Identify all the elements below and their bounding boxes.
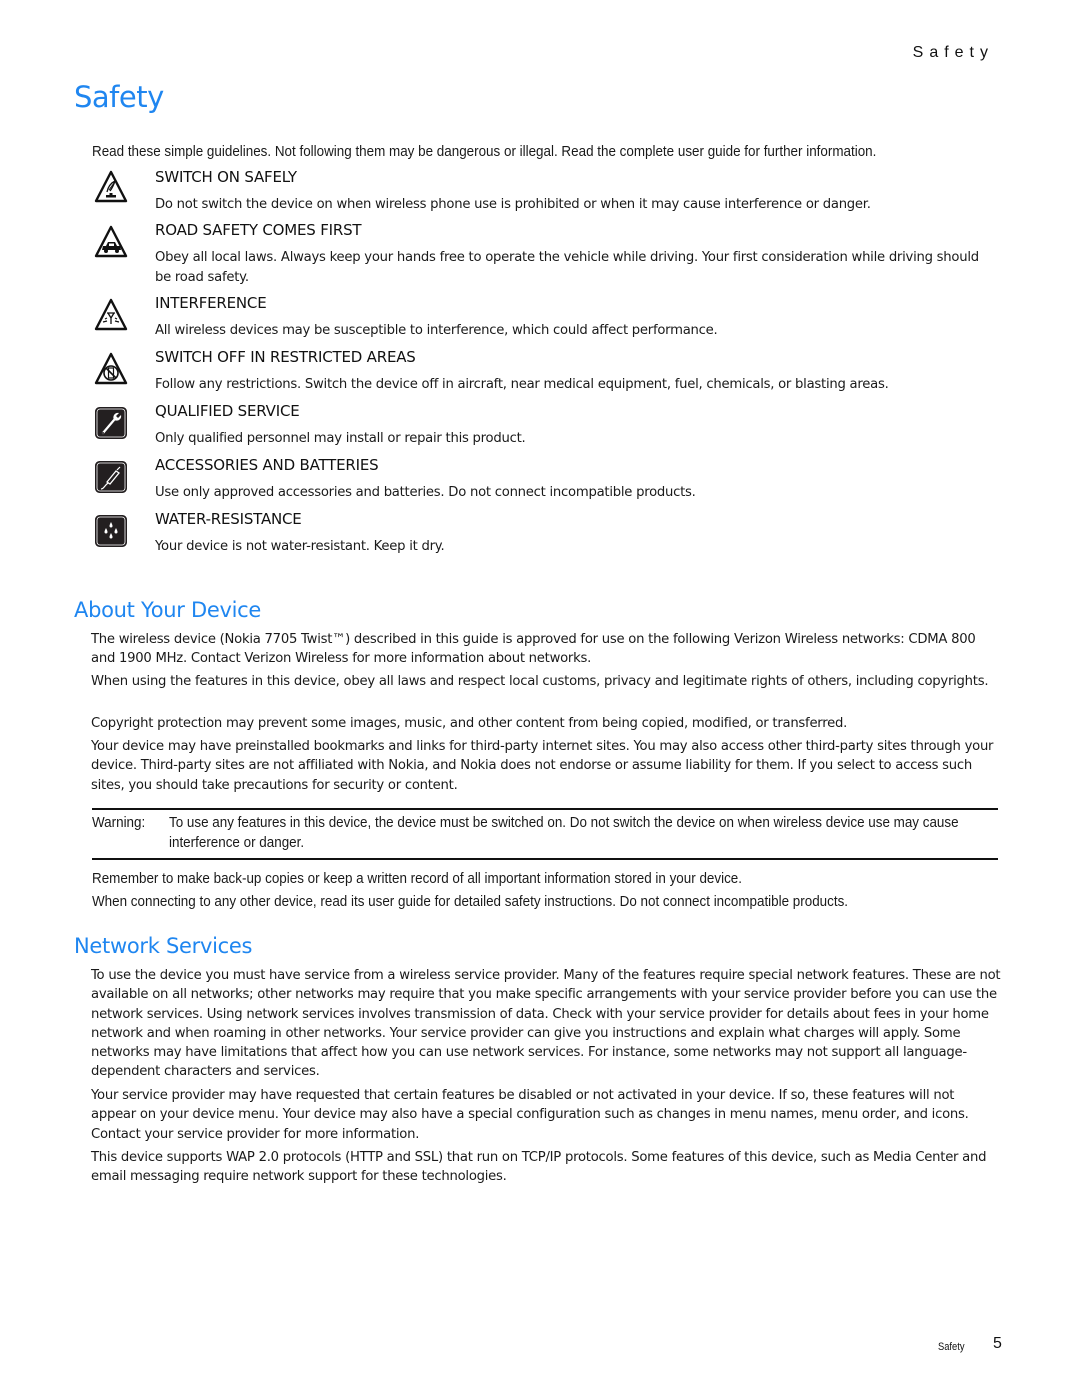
network-paragraph: To use the device you must have service … [91,968,1001,1080]
safety-item-title: INTERFERENCE [155,294,267,312]
safety-item-description: Follow any restrictions. Switch the devi… [155,377,889,392]
warning-bottom-rule [92,858,998,860]
page-title: Safety [74,80,164,114]
safety-item-title: SWITCH ON SAFELY [155,168,297,186]
section-heading-about-device: About Your Device [74,598,261,622]
safety-item-description: Do not switch the device on when wireles… [155,197,871,212]
safety-item-title: WATER-RESISTANCE [155,510,302,528]
footer-page-number: 5 [993,1335,1002,1352]
safety-item-title: QUALIFIED SERVICE [155,402,300,420]
section-heading-network-services: Network Services [74,934,253,958]
wrench-icon [95,407,127,439]
safety-item-description: All wireless devices may be susceptible … [155,323,718,338]
about-followup-paragraph: When connecting to any other device, rea… [92,894,849,910]
running-head: Safety [912,44,994,61]
network-paragraph: Your service provider may have requested… [91,1088,969,1142]
restricted-areas-icon [94,352,128,385]
safety-item-description: Only qualified personnel may install or … [155,431,526,446]
safety-item-title: ACCESSORIES AND BATTERIES [155,456,379,474]
warning-label: Warning: [92,815,146,831]
safety-item-title: ROAD SAFETY COMES FIRST [155,221,362,239]
about-paragraph: When using the features in this device, … [91,674,989,689]
about-paragraph: Copyright protection may prevent some im… [91,716,848,731]
safety-item-description: Use only approved accessories and batter… [155,485,696,500]
safety-item-description: Obey all local laws. Always keep your ha… [155,250,979,285]
safety-intro: Read these simple guidelines. Not follow… [92,144,877,160]
warning-text: To use any features in this device, the … [169,815,959,851]
safety-item-description: Your device is not water-resistant. Keep… [155,539,445,554]
charger-plug-icon [95,461,127,493]
about-followup-paragraph: Remember to make back-up copies or keep … [92,871,742,887]
network-paragraph: This device supports WAP 2.0 protocols (… [91,1150,987,1185]
about-paragraph: The wireless device (Nokia 7705 Twist™) … [91,632,976,667]
interference-icon [94,298,128,331]
water-drops-icon [95,515,127,547]
safety-item-title: SWITCH OFF IN RESTRICTED AREAS [155,348,416,366]
switch-on-safely-icon [94,170,128,203]
warning-top-rule [92,808,998,810]
footer-section-label: Safety [938,1341,965,1353]
about-paragraph: Your device may have preinstalled bookma… [91,739,994,793]
road-safety-icon [94,225,128,258]
